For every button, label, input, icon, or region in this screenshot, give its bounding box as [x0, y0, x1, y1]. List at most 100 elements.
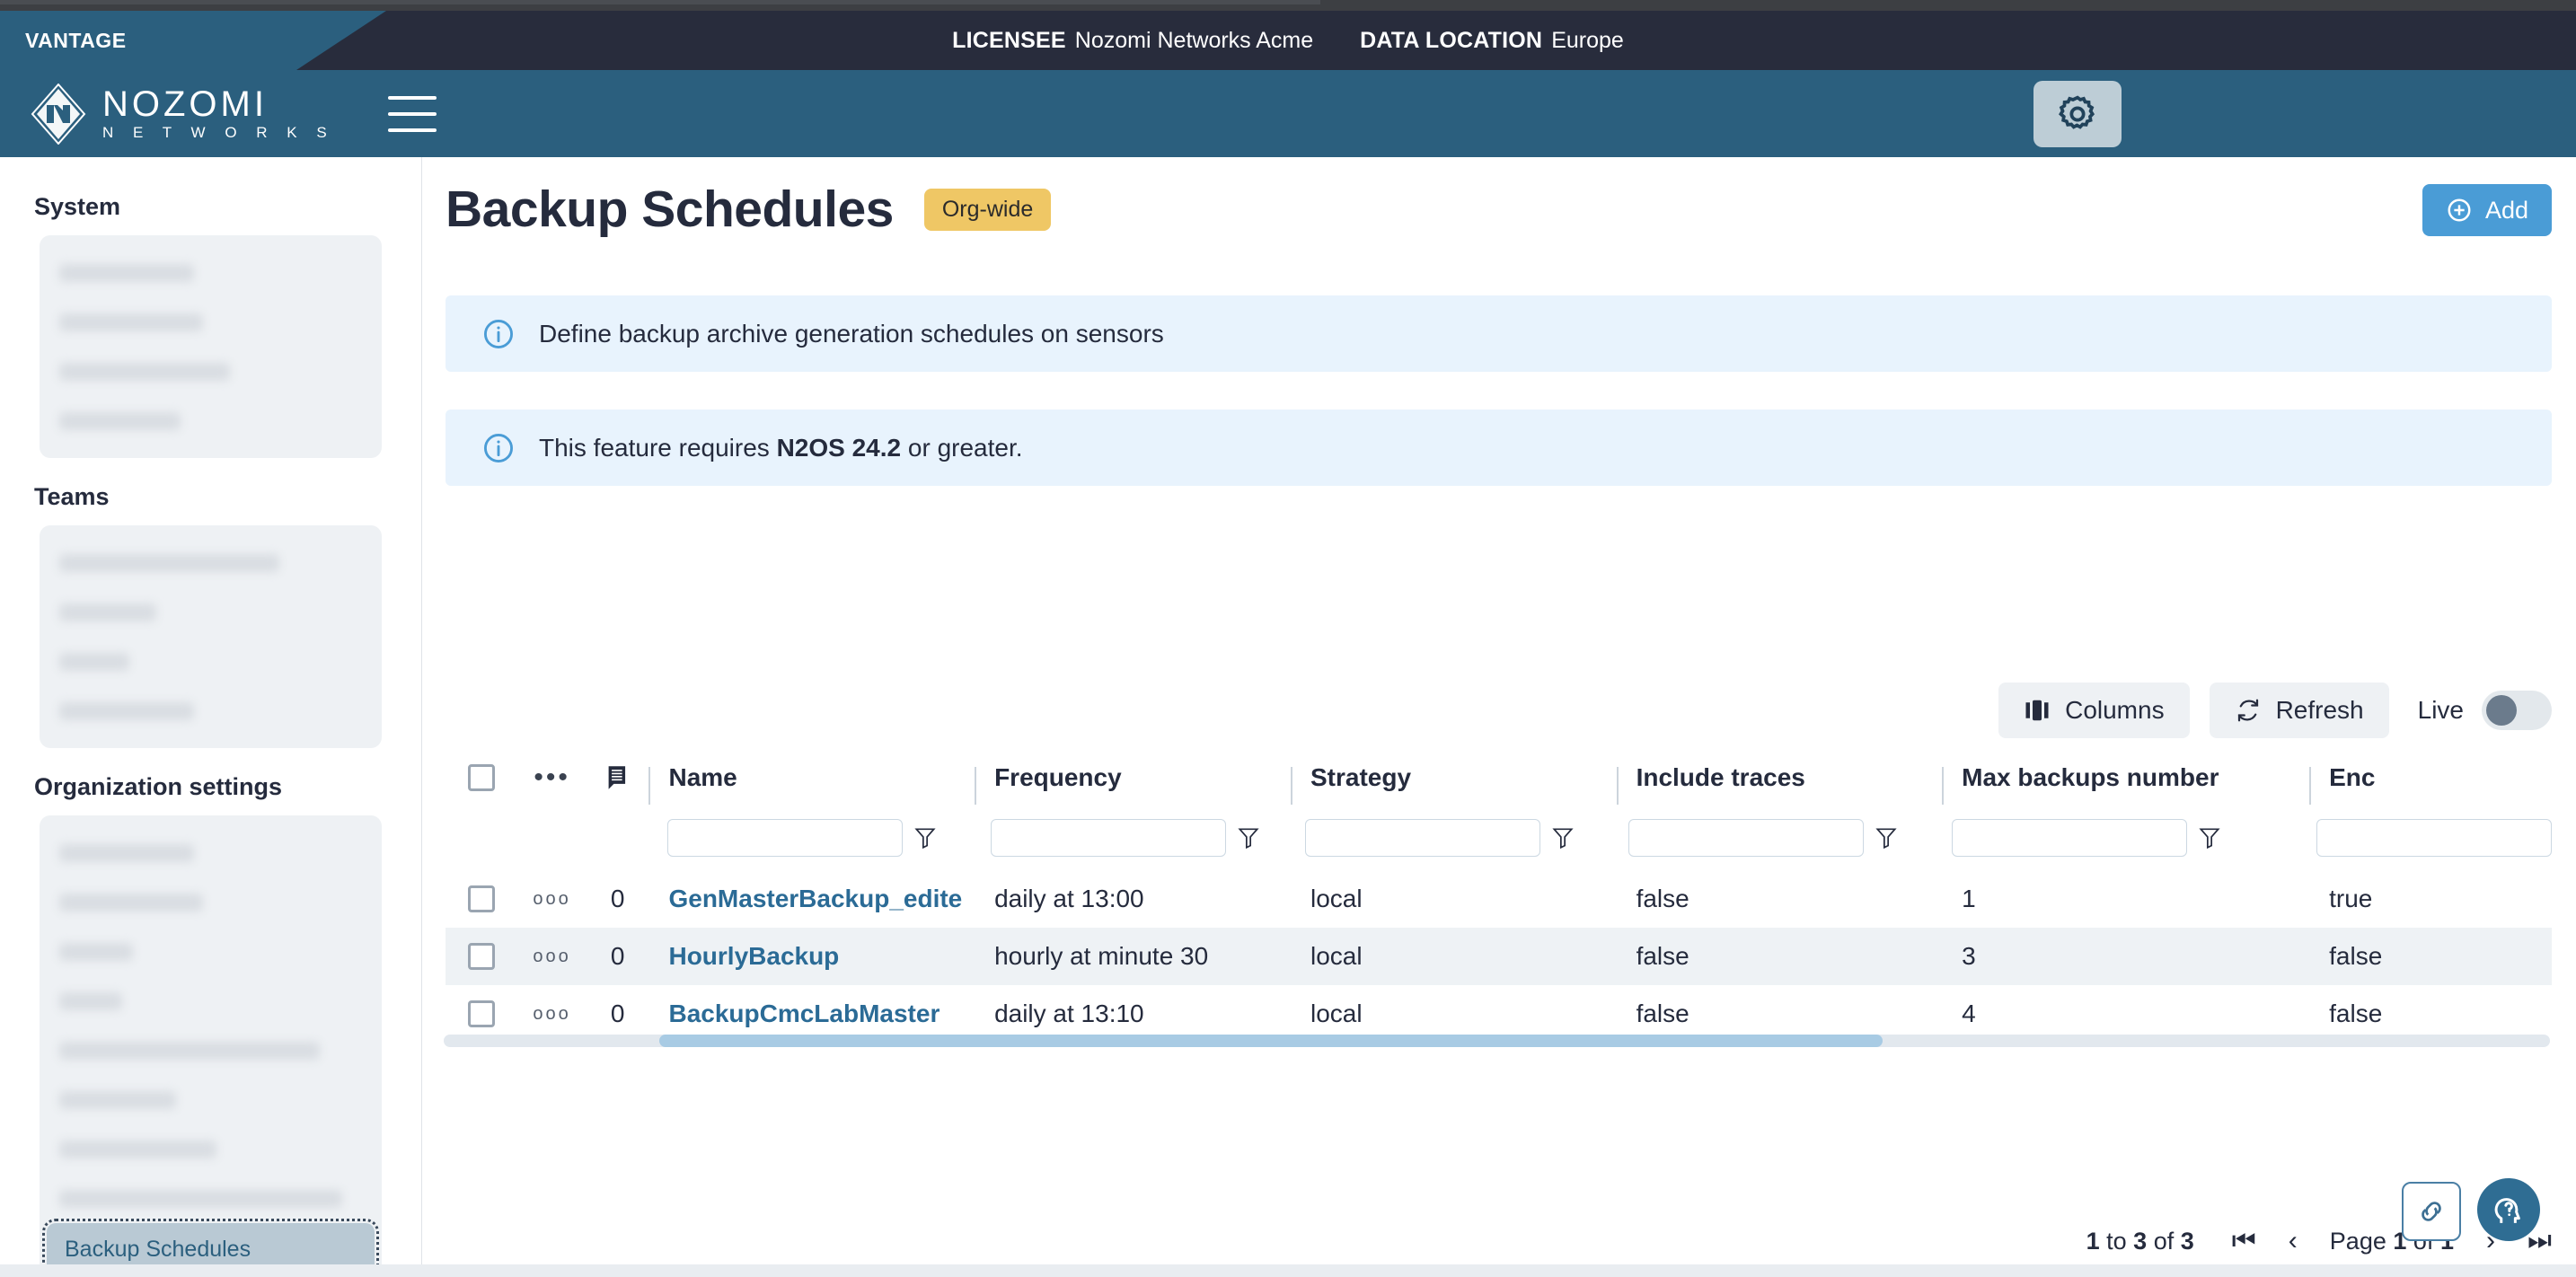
column-header-strategy[interactable]: Strategy [1290, 763, 1617, 805]
row-include-traces: false [1636, 1000, 1689, 1027]
filter-input-max-backups-number[interactable] [1951, 819, 2187, 857]
filter-input-frequency[interactable] [991, 819, 1226, 857]
table-filter-row [446, 806, 2553, 870]
row-frequency: hourly at minute 30 [994, 942, 1209, 970]
row-actions-icon[interactable]: ooo [533, 1005, 570, 1023]
hamburger-icon[interactable] [388, 95, 437, 132]
licensee-bar: LICENSEE Nozomi Networks Acme DATA LOCAT… [0, 11, 2576, 70]
first-page-button[interactable]: ⏮ [2232, 1226, 2256, 1256]
sidebar-item-redacted[interactable] [40, 1075, 382, 1124]
brand-logo[interactable]: NOZOMI N E T W O R K S [31, 83, 335, 145]
select-all-checkbox[interactable] [468, 764, 496, 791]
row-include-traces: false [1636, 942, 1689, 970]
funnel-icon[interactable] [913, 825, 937, 850]
funnel-icon[interactable] [1875, 825, 1898, 850]
row-notes-count: 0 [610, 885, 625, 912]
sidebar-item-redacted[interactable] [40, 1026, 382, 1075]
row-actions-icon[interactable]: ooo [533, 947, 570, 965]
row-frequency: daily at 13:00 [994, 885, 1144, 912]
row-notes-count: 0 [610, 942, 625, 970]
row-checkbox[interactable] [468, 943, 496, 970]
sidebar-item-redacted[interactable] [40, 538, 382, 587]
column-header-include-traces[interactable]: Include traces [1616, 763, 1943, 805]
row-checkbox[interactable] [468, 1000, 496, 1027]
sidebar-item-redacted[interactable] [40, 828, 382, 877]
sidebar-item-redacted[interactable] [40, 1124, 382, 1174]
settings-button[interactable] [2033, 81, 2122, 147]
filter-input-include-traces[interactable] [1628, 819, 1864, 857]
funnel-icon[interactable] [2198, 825, 2221, 850]
table-row[interactable]: ooo 0 HourlyBackup hourly at minute 30 l… [446, 928, 2552, 985]
sidebar-item-redacted[interactable] [40, 877, 382, 927]
row-max-backups-number: 3 [1962, 942, 1976, 970]
table-horizontal-scrollbar[interactable] [444, 1035, 2550, 1047]
row-actions-cell: ooo [517, 947, 587, 965]
column-header-max-backups-number[interactable]: Max backups number [1942, 763, 2309, 805]
sidebar-item-redacted[interactable] [40, 248, 382, 297]
filter-input-encryption[interactable] [2316, 819, 2553, 857]
data-location-value: Europe [1551, 27, 1624, 53]
logo-text-secondary: N E T W O R K S [102, 123, 335, 141]
range-of-word: of [2153, 1227, 2175, 1255]
sidebar-item-redacted[interactable] [40, 587, 382, 637]
sidebar[interactable]: System Teams Organization settings Backu… [0, 157, 422, 1277]
bulk-actions-icon[interactable]: ••• [534, 764, 570, 791]
licensee-value: Nozomi Networks Acme [1074, 27, 1314, 53]
filter-input-strategy[interactable] [1304, 819, 1540, 857]
row-encryption: false [2329, 942, 2383, 970]
sidebar-item-redacted[interactable] [40, 976, 382, 1026]
nozomi-diamond-icon [31, 83, 86, 145]
filter-cell-include-traces [1609, 819, 1932, 857]
gear-icon [2059, 95, 2095, 129]
data-location-label: DATA LOCATION [1360, 27, 1543, 53]
sidebar-item-redacted[interactable] [40, 927, 382, 976]
row-name-link[interactable]: HourlyBackup [648, 942, 975, 971]
live-toggle[interactable] [2482, 691, 2552, 730]
row-name-link[interactable]: BackupCmcLabMaster [648, 1000, 975, 1028]
columns-button-label: Columns [2065, 696, 2165, 724]
refresh-button-label: Refresh [2275, 696, 2364, 724]
sidebar-item-redacted[interactable] [40, 686, 382, 735]
filter-cell-max-backups-number [1932, 819, 2297, 857]
filter-cell-name [648, 819, 971, 857]
row-select-cell [446, 885, 517, 912]
help-button[interactable] [2477, 1178, 2540, 1241]
sidebar-item-redacted[interactable] [40, 297, 382, 347]
range-to: 3 [2133, 1227, 2148, 1255]
column-header-frequency[interactable]: Frequency [975, 763, 1291, 805]
funnel-icon[interactable] [1237, 825, 1260, 850]
add-button[interactable]: Add [2422, 184, 2552, 236]
row-strategy: local [1310, 885, 1363, 912]
column-header-encryption[interactable]: Enc [2309, 763, 2552, 805]
sidebar-item-redacted[interactable] [40, 347, 382, 396]
sidebar-group-system: System [0, 193, 421, 458]
info-banner-text: Define backup archive generation schedul… [539, 319, 1164, 348]
row-notes-count: 0 [610, 1000, 625, 1027]
licensee-info: LICENSEE Nozomi Networks Acme [952, 28, 1313, 54]
refresh-button[interactable]: Refresh [2209, 683, 2389, 738]
funnel-icon[interactable] [1551, 825, 1575, 850]
info-banner-description: Define backup archive generation schedul… [446, 295, 2552, 372]
data-location-info: DATA LOCATION Europe [1360, 28, 1624, 54]
row-encryption: true [2329, 885, 2373, 912]
row-actions-icon[interactable]: ooo [533, 890, 570, 908]
plus-circle-icon [2448, 198, 2471, 222]
previous-page-button[interactable]: ‹ [2289, 1226, 2298, 1256]
licensee-label: LICENSEE [952, 27, 1066, 53]
copy-link-button[interactable] [2402, 1182, 2461, 1241]
columns-button[interactable]: Columns [1998, 683, 2190, 738]
hamburger-bar [388, 111, 437, 116]
table-scrollbar-thumb[interactable] [659, 1035, 1883, 1047]
filter-input-name[interactable] [666, 819, 903, 857]
sidebar-item-redacted[interactable] [40, 637, 382, 686]
table-row[interactable]: ooo 0 GenMasterBackup_edite daily at 13:… [446, 870, 2552, 928]
table-header-row: ••• Name Frequency Strategy Include trac… [446, 750, 2552, 806]
range-total: 3 [2180, 1227, 2194, 1255]
row-name-link[interactable]: GenMasterBackup_edite [648, 885, 975, 913]
column-header-name[interactable]: Name [648, 763, 975, 805]
sidebar-item-redacted[interactable] [40, 396, 382, 445]
sidebar-item-redacted[interactable] [40, 1174, 382, 1223]
row-checkbox[interactable] [468, 885, 496, 912]
refresh-icon [2237, 699, 2258, 722]
row-max-backups-number: 4 [1962, 1000, 1976, 1027]
